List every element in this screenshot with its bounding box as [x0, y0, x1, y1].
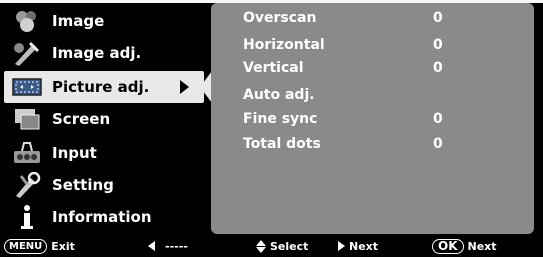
- key-guide-footer: MENU Exit ----- Select Next OK Next: [0, 236, 543, 257]
- submenu-row-vertical[interactable]: Vertical 0: [243, 57, 473, 79]
- menu-item-information[interactable]: Information: [4, 201, 204, 233]
- ok-next-label: Next: [467, 239, 497, 253]
- back-dashes: -----: [165, 239, 188, 253]
- row-value: 0: [433, 136, 443, 152]
- picture-adj-icon: [10, 74, 44, 100]
- next-label: Next: [349, 239, 379, 253]
- menu-item-label: Setting: [52, 176, 114, 194]
- select-label: Select: [270, 239, 309, 253]
- projector-osd-menu: Image Image adj. Picture adj. Screen Inp…: [0, 0, 543, 257]
- submenu-panel: Overscan 0 Horizontal 0 Vertical 0 Auto …: [211, 3, 534, 234]
- row-label: Fine sync: [243, 111, 318, 127]
- row-label: Overscan: [243, 10, 317, 26]
- row-value: 0: [433, 111, 443, 127]
- chevron-right-icon: [180, 80, 189, 94]
- submenu-row-horizontal[interactable]: Horizontal 0: [243, 34, 473, 56]
- menu-key-badge: MENU: [4, 238, 48, 254]
- screen-icon: [10, 106, 44, 132]
- information-icon: [10, 204, 44, 230]
- menu-item-label: Image: [52, 12, 105, 30]
- row-label: Auto adj.: [243, 87, 315, 103]
- image-icon: [10, 8, 44, 34]
- arrow-left-icon: [148, 241, 155, 251]
- setting-icon: [10, 172, 44, 198]
- menu-item-setting[interactable]: Setting: [4, 169, 204, 201]
- submenu-row-total-dots[interactable]: Total dots 0: [243, 133, 473, 155]
- footer-back: -----: [148, 238, 188, 254]
- menu-item-label: Information: [52, 208, 152, 226]
- footer-exit: MENU Exit: [4, 238, 75, 254]
- menu-item-label: Screen: [52, 110, 111, 128]
- exit-label: Exit: [51, 239, 75, 253]
- menu-item-image-adj[interactable]: Image adj.: [4, 37, 204, 69]
- row-label: Total dots: [243, 136, 321, 152]
- footer-ok-next: OK Next: [432, 238, 497, 254]
- menu-item-picture-adj[interactable]: Picture adj.: [4, 71, 204, 103]
- row-label: Vertical: [243, 60, 304, 76]
- main-menu-sidebar: Image Image adj. Picture adj. Screen Inp…: [4, 3, 204, 234]
- submenu-row-overscan[interactable]: Overscan 0: [243, 7, 473, 29]
- menu-item-label: Input: [52, 144, 97, 162]
- menu-item-screen[interactable]: Screen: [4, 103, 204, 135]
- arrow-right-icon: [338, 241, 345, 251]
- row-value: 0: [433, 60, 443, 76]
- menu-item-label: Image adj.: [52, 44, 142, 62]
- footer-select: Select: [256, 238, 308, 254]
- input-icon: [10, 140, 44, 166]
- submenu-row-fine-sync[interactable]: Fine sync 0: [243, 108, 473, 130]
- menu-item-image[interactable]: Image: [4, 5, 204, 37]
- ok-key-badge: OK: [432, 238, 464, 254]
- footer-next: Next: [338, 238, 378, 254]
- menu-item-input[interactable]: Input: [4, 137, 204, 169]
- row-label: Horizontal: [243, 37, 325, 53]
- menu-item-label: Picture adj.: [52, 78, 150, 96]
- row-value: 0: [433, 37, 443, 53]
- arrow-up-down-icon: [256, 239, 266, 253]
- submenu-row-auto-adj[interactable]: Auto adj.: [243, 84, 473, 106]
- row-value: 0: [433, 10, 443, 26]
- image-adj-icon: [10, 40, 44, 66]
